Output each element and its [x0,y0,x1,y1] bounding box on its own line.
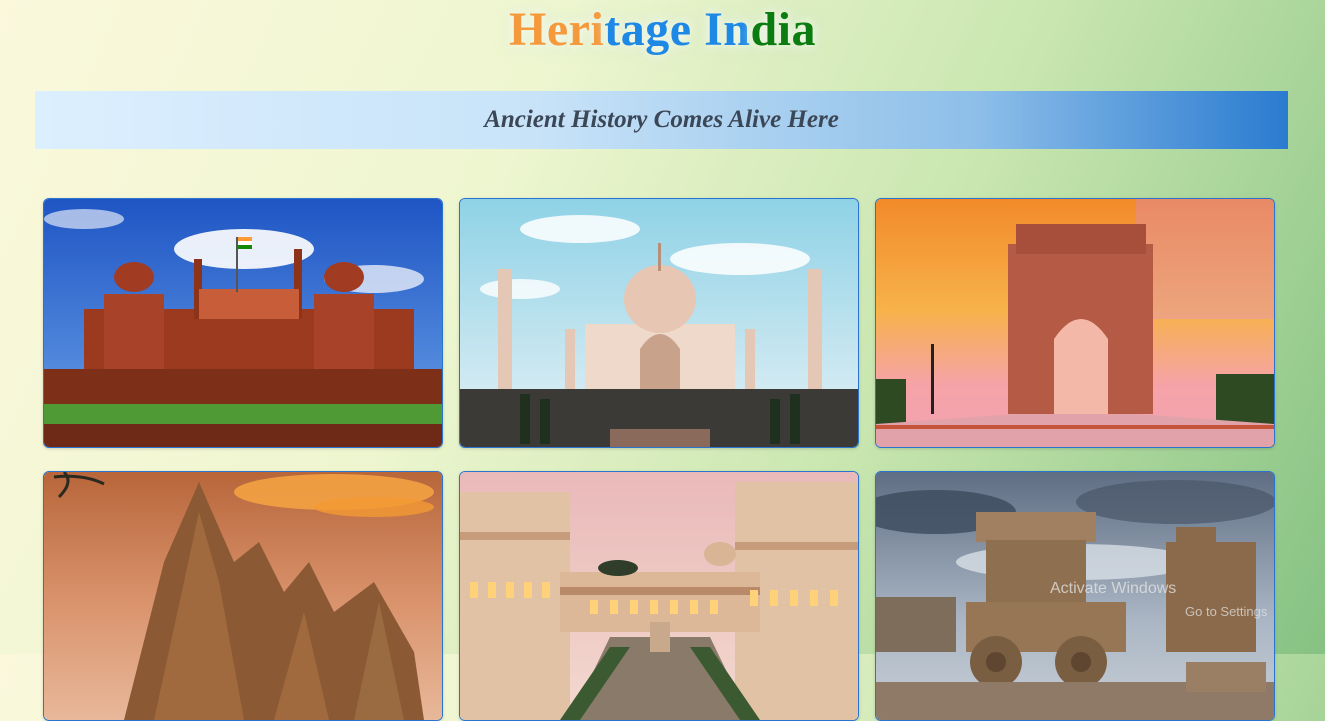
activate-windows-watermark: Activate Windows [1050,580,1177,597]
red-fort-photo [44,199,442,447]
khajuraho-temple-photo [44,472,442,720]
india-gate-photo [876,199,1274,447]
title-part-heri: Heri [509,3,605,56]
gallery-card-india-gate[interactable] [875,198,1275,448]
title-part-in: In [704,3,751,56]
taj-mahal-photo [460,199,858,447]
title-part-dia: dia [750,3,816,56]
palace-courtyard-photo [460,472,858,720]
activate-windows-subtext: Go to Settings [1185,604,1268,619]
gallery-card-palace[interactable] [459,471,859,721]
title-part-tage: tage [604,3,705,56]
tagline-banner: Ancient History Comes Alive Here [35,91,1288,149]
gallery-card-khajuraho[interactable] [43,471,443,721]
gallery-card-taj-mahal[interactable] [459,198,859,448]
tagline-text: Ancient History Comes Alive Here [484,106,839,133]
gallery-card-red-fort[interactable] [43,198,443,448]
page-title: Heritage India [0,2,1325,58]
